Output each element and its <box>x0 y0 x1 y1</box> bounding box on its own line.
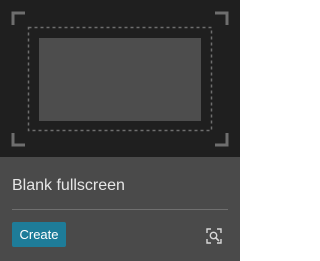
fullscreen-layout-preview <box>11 11 229 147</box>
template-title: Blank fullscreen <box>12 177 125 194</box>
corner-top-right-icon <box>215 11 229 25</box>
corner-top-left-icon <box>11 11 25 25</box>
divider <box>12 209 228 210</box>
create-button[interactable]: Create <box>12 222 66 247</box>
corner-bottom-right-icon <box>215 133 229 147</box>
template-thumbnail <box>0 0 240 157</box>
template-card[interactable]: Blank fullscreen Create <box>0 0 240 261</box>
preview-search-icon[interactable] <box>205 227 223 245</box>
corner-bottom-left-icon <box>11 133 25 147</box>
card-info: Blank fullscreen Create <box>0 157 240 261</box>
content-area-block <box>39 38 201 121</box>
